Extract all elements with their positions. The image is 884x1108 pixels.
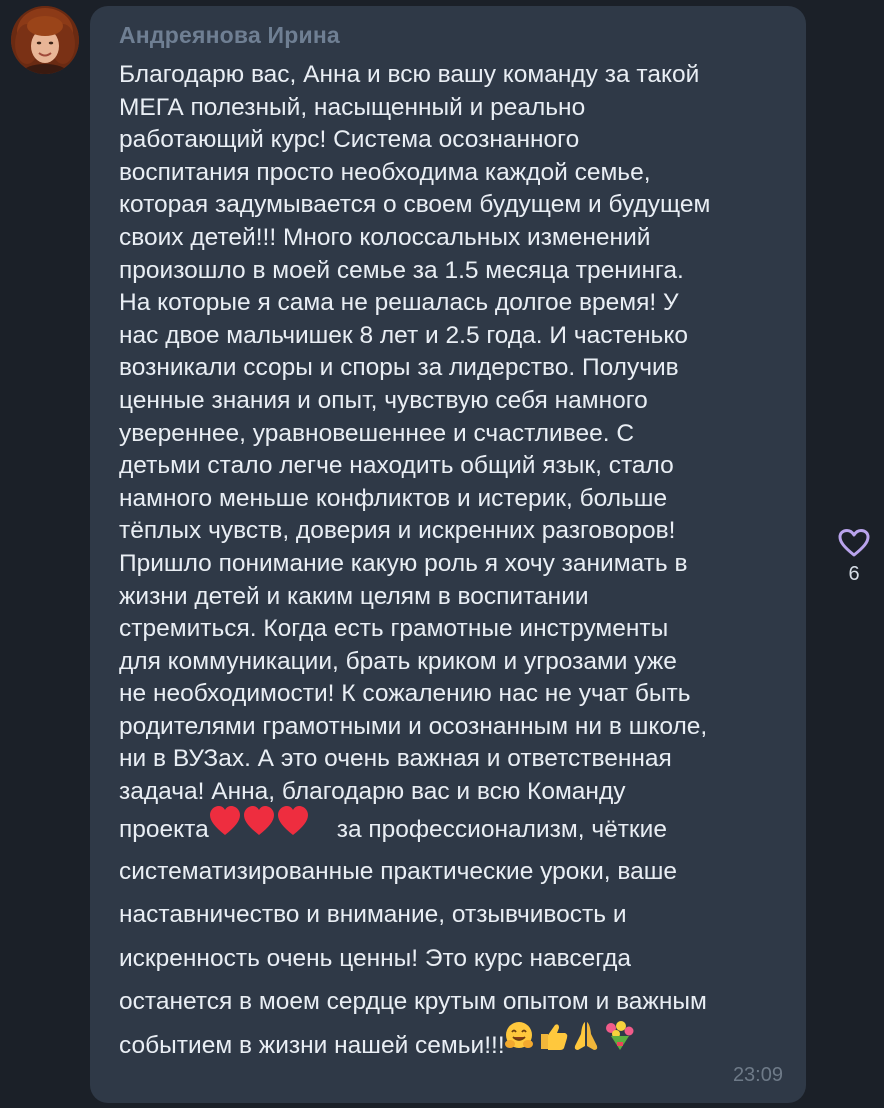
message-line: стремиться. Когда есть грамотные инструм… (119, 615, 669, 643)
message-line: детьми стало легче находить общий язык, … (119, 452, 674, 480)
red-hearts-emoji (209, 805, 309, 852)
sender-name[interactable]: Андреянова Ирина (119, 22, 340, 49)
message-line: На которые я сама не решалась долгое вре… (119, 289, 679, 317)
message-last-line: событием в жизни нашей семьи!!! (119, 1021, 791, 1068)
message-line: своих детей!!! Много колоссальных измене… (119, 223, 651, 251)
message-line: Благодарю вас, Анна и всю вашу команду з… (119, 61, 700, 88)
bouquet-emoji (605, 1021, 634, 1051)
folded-hands-emoji (574, 1022, 597, 1051)
message-line: останется в моем сердце крутым опытом и … (119, 988, 707, 1016)
message-line: возникали ссоры и споры за лидерство. По… (119, 354, 679, 382)
message-line: произошло в моей семье за 1.5 месяца тре… (119, 256, 684, 284)
message-bubble[interactable]: Андреянова Ирина Благодарю вас, Анна и в… (90, 6, 806, 1103)
purple-heart-icon[interactable] (837, 528, 871, 558)
message-line-part: за профессионализм, чёткие (336, 815, 667, 843)
message-line-part: проекта (119, 815, 209, 843)
message-line: для коммуникации, брать криком и угрозам… (119, 647, 677, 675)
message-line: воспитания просто необходима каждой семь… (119, 158, 651, 186)
message-line: ценные знания и опыт, чувствую себя намн… (119, 386, 648, 414)
message-line-part: событием в жизни нашей семьи!!! (119, 1032, 505, 1060)
reaction-count: 6 (848, 563, 860, 585)
message-line: нас двое мальчишек 8 лет и 2.5 года. И ч… (119, 321, 688, 349)
message-line: увереннее, уравновешеннее и счастливее. … (119, 419, 635, 447)
message-text: Благодарю вас, Анна и всю вашу команду з… (119, 59, 791, 1068)
avatar[interactable] (11, 6, 79, 74)
message-line-with-hearts: проекта за профессионализм, чёткие (119, 805, 791, 850)
hugging-face-emoji (504, 1022, 533, 1049)
message-line: МЕГА полезный, насыщенный и реально (119, 93, 586, 121)
message-timestamp: 23:09 (732, 1064, 783, 1086)
message-line: ни в ВУЗах. А это очень важная и ответст… (119, 745, 672, 773)
message-line: систематизированные практические уроки, … (119, 857, 678, 885)
message-line: тёплых чувств, доверия и искренних разго… (119, 517, 676, 545)
emoji-group (504, 1020, 637, 1067)
message-line: жизни детей и каким целям в воспитании (119, 582, 589, 610)
message-line: не необходимости! К сожалению нас не уча… (119, 680, 691, 708)
message-line: Пришло понимание какую роль я хочу заним… (119, 549, 688, 577)
message-line: наставничество и внимание, отзывчивость … (119, 901, 627, 929)
message-line: родителями грамотными и осознанным ни в … (119, 712, 708, 740)
thumbs-up-emoji (540, 1024, 567, 1051)
avatar-photo (11, 6, 79, 74)
reaction-badge[interactable]: 6 (834, 528, 874, 586)
message-line: искренность очень ценны! Это курс навсег… (119, 944, 632, 972)
message-line: которая задумывается о своем будущем и б… (119, 191, 711, 219)
message-line: работающий курс! Система осознанного (119, 126, 580, 154)
message-line: намного меньше конфликтов и истерик, бол… (119, 484, 668, 512)
